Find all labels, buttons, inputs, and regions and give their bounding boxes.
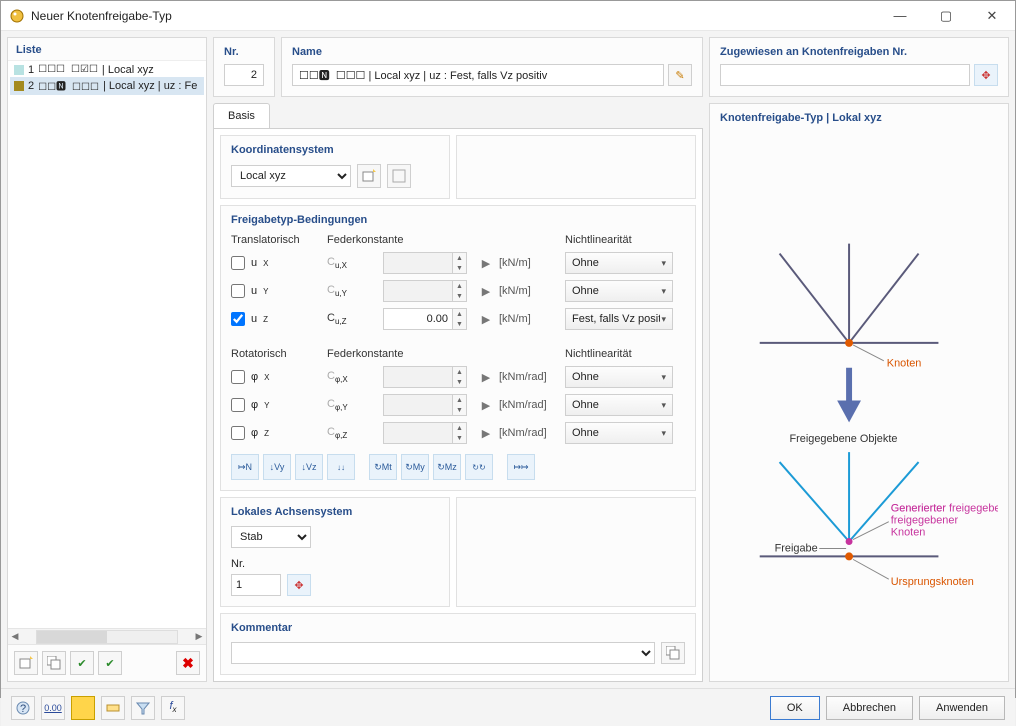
spring-more: ▶ [479,252,493,274]
nr-group: Nr. [213,37,275,97]
spring-spin: ▲▼ [383,280,473,302]
coord-aux-panel [456,135,696,199]
preset-icon-row: ↦N ↓Vy ↓Vz ↓↓ ↻Mt ↻My ↻Mz ↻↻ [231,454,685,480]
preset-mz-button[interactable]: ↻Mz [433,454,461,480]
name-input[interactable] [292,64,664,86]
nr-label: Nr. [224,46,264,58]
maximize-button[interactable]: ▢ [923,1,969,31]
preset-clear-button[interactable]: ↦↦ [507,454,535,480]
spring-spin[interactable]: ▲▼ [383,308,473,330]
footer-fx-button[interactable]: fx [161,696,185,720]
window-title: Neuer Knotenfreigabe-Typ [31,9,877,23]
coord-edit-button[interactable] [387,164,411,188]
cond-checkbox[interactable]: φZ [231,426,321,440]
nonlin-combo[interactable]: Ohne▾ [565,394,673,416]
cond-checkbox[interactable]: uX [231,256,321,270]
nonlin-combo[interactable]: Ohne▾ [565,280,673,302]
list-panel: Liste 1☐☐☐ ☐☑☐| Local xyz2☐☐🅽 ☐☐☐| Local… [7,37,207,682]
preset-vz-button[interactable]: ↓Vz [295,454,323,480]
preset-mymz-button[interactable]: ↻↻ [465,454,493,480]
coord-new-button[interactable] [357,164,381,188]
nonlin-combo[interactable]: Ohne▾ [565,252,673,274]
copy-button[interactable] [42,651,66,675]
assigned-group: Zugewiesen an Knotenfreigaben Nr. ✥ [709,37,1009,97]
preset-n-button[interactable]: ↦N [231,454,259,480]
svg-text:Freigegebene Objekte: Freigegebene Objekte [790,433,898,445]
spring-more: ▶ [479,394,493,416]
cond-checkbox[interactable]: uY [231,284,321,298]
localaxis-aux-panel [456,497,696,607]
list-header: Liste [8,38,206,60]
pencil-icon: ✎ [675,69,684,82]
name-edit-button[interactable]: ✎ [668,64,692,86]
footer-help-button[interactable]: ? [11,696,35,720]
svg-text:?: ? [20,703,26,715]
nonlin-combo[interactable]: Fest, falls Vᴢ positiv▾ [565,308,673,330]
app-icon [9,8,25,24]
footer-yellow-button[interactable] [71,696,95,720]
localaxis-combo[interactable]: Stab [231,526,311,548]
nonlin-combo[interactable]: Ohne▾ [565,422,673,444]
nr-input[interactable] [224,64,264,86]
nonlin-combo[interactable]: Ohne▾ [565,366,673,388]
svg-text:Freigabe: Freigabe [775,542,818,554]
assigned-label: Zugewiesen an Knotenfreigaben Nr. [720,46,998,58]
pick-icon: ✥ [294,579,303,592]
check-a-button[interactable]: ✔ [70,651,94,675]
ok-button[interactable]: OK [770,696,820,720]
list-item[interactable]: 1☐☐☐ ☐☑☐| Local xyz [10,63,204,77]
cond-checkbox[interactable]: φY [231,398,321,412]
footer-ruler-button[interactable] [101,696,125,720]
minimize-button[interactable]: — [877,1,923,31]
close-button[interactable]: ✕ [969,1,1015,31]
assigned-input[interactable] [720,64,970,86]
comment-combo[interactable] [231,642,655,664]
cancel-button[interactable]: Abbrechen [826,696,913,720]
preset-my-button[interactable]: ↻My [401,454,429,480]
list-item[interactable]: 2☐☐🅽 ☐☐☐| Local xyz | uᴢ : Fe [10,77,204,95]
svg-text:Ursprungsknoten: Ursprungsknoten [891,576,974,588]
check-b-button[interactable]: ✔ [98,651,122,675]
cond-checkbox[interactable]: uZ [231,312,321,326]
cond-header: Freigabetyp-Bedingungen [231,214,685,226]
localaxis-nr-label: Nr. [231,558,439,570]
spring-spin: ▲▼ [383,366,473,388]
spring-more: ▶ [479,280,493,302]
preset-mt-button[interactable]: ↻Mt [369,454,397,480]
localaxis-pick-button[interactable]: ✥ [287,574,311,596]
footer-units-button[interactable]: 0.00 [41,696,65,720]
pick-button[interactable]: ✥ [974,64,998,86]
apply-button[interactable]: Anwenden [919,696,1005,720]
comment-header: Kommentar [231,622,685,634]
delete-button[interactable]: ✖ [176,651,200,675]
list-box[interactable]: 1☐☐☐ ☐☑☐| Local xyz2☐☐🅽 ☐☐☐| Local xyz |… [8,60,206,628]
svg-text:Knoten: Knoten [887,358,922,370]
preset-vyvz-button[interactable]: ↓↓ [327,454,355,480]
coord-header: Koordinatensystem [231,144,439,156]
tab-basis[interactable]: Basis [213,103,270,128]
name-group: Name ✎ [281,37,703,97]
localaxis-header: Lokales Achsensystem [231,506,439,518]
spring-more: ▶ [479,366,493,388]
preview-diagram: Knoten Freigegebene Objekte [720,134,998,671]
spring-spin: ▲▼ [383,394,473,416]
coord-combo[interactable]: Local xyz [231,165,351,187]
spring-spin: ▲▼ [383,422,473,444]
name-label: Name [292,46,692,58]
spring-more: ▶ [479,422,493,444]
preview-header: Knotenfreigabe-Typ | Lokal xyz [720,112,998,124]
preset-vy-button[interactable]: ↓Vy [263,454,291,480]
titlebar: Neuer Knotenfreigabe-Typ — ▢ ✕ [1,1,1015,31]
spring-spin: ▲▼ [383,252,473,274]
pick-icon: ✥ [981,69,990,82]
comment-lib-button[interactable] [661,642,685,664]
spring-more[interactable]: ▶ [479,308,493,330]
localaxis-nr-input[interactable] [231,574,281,596]
cond-checkbox[interactable]: φX [231,370,321,384]
new-button[interactable] [14,651,38,675]
list-hscroll[interactable]: ◀▶ [8,628,206,644]
tab-strip: Basis [213,103,703,128]
footer-filter-button[interactable] [131,696,155,720]
